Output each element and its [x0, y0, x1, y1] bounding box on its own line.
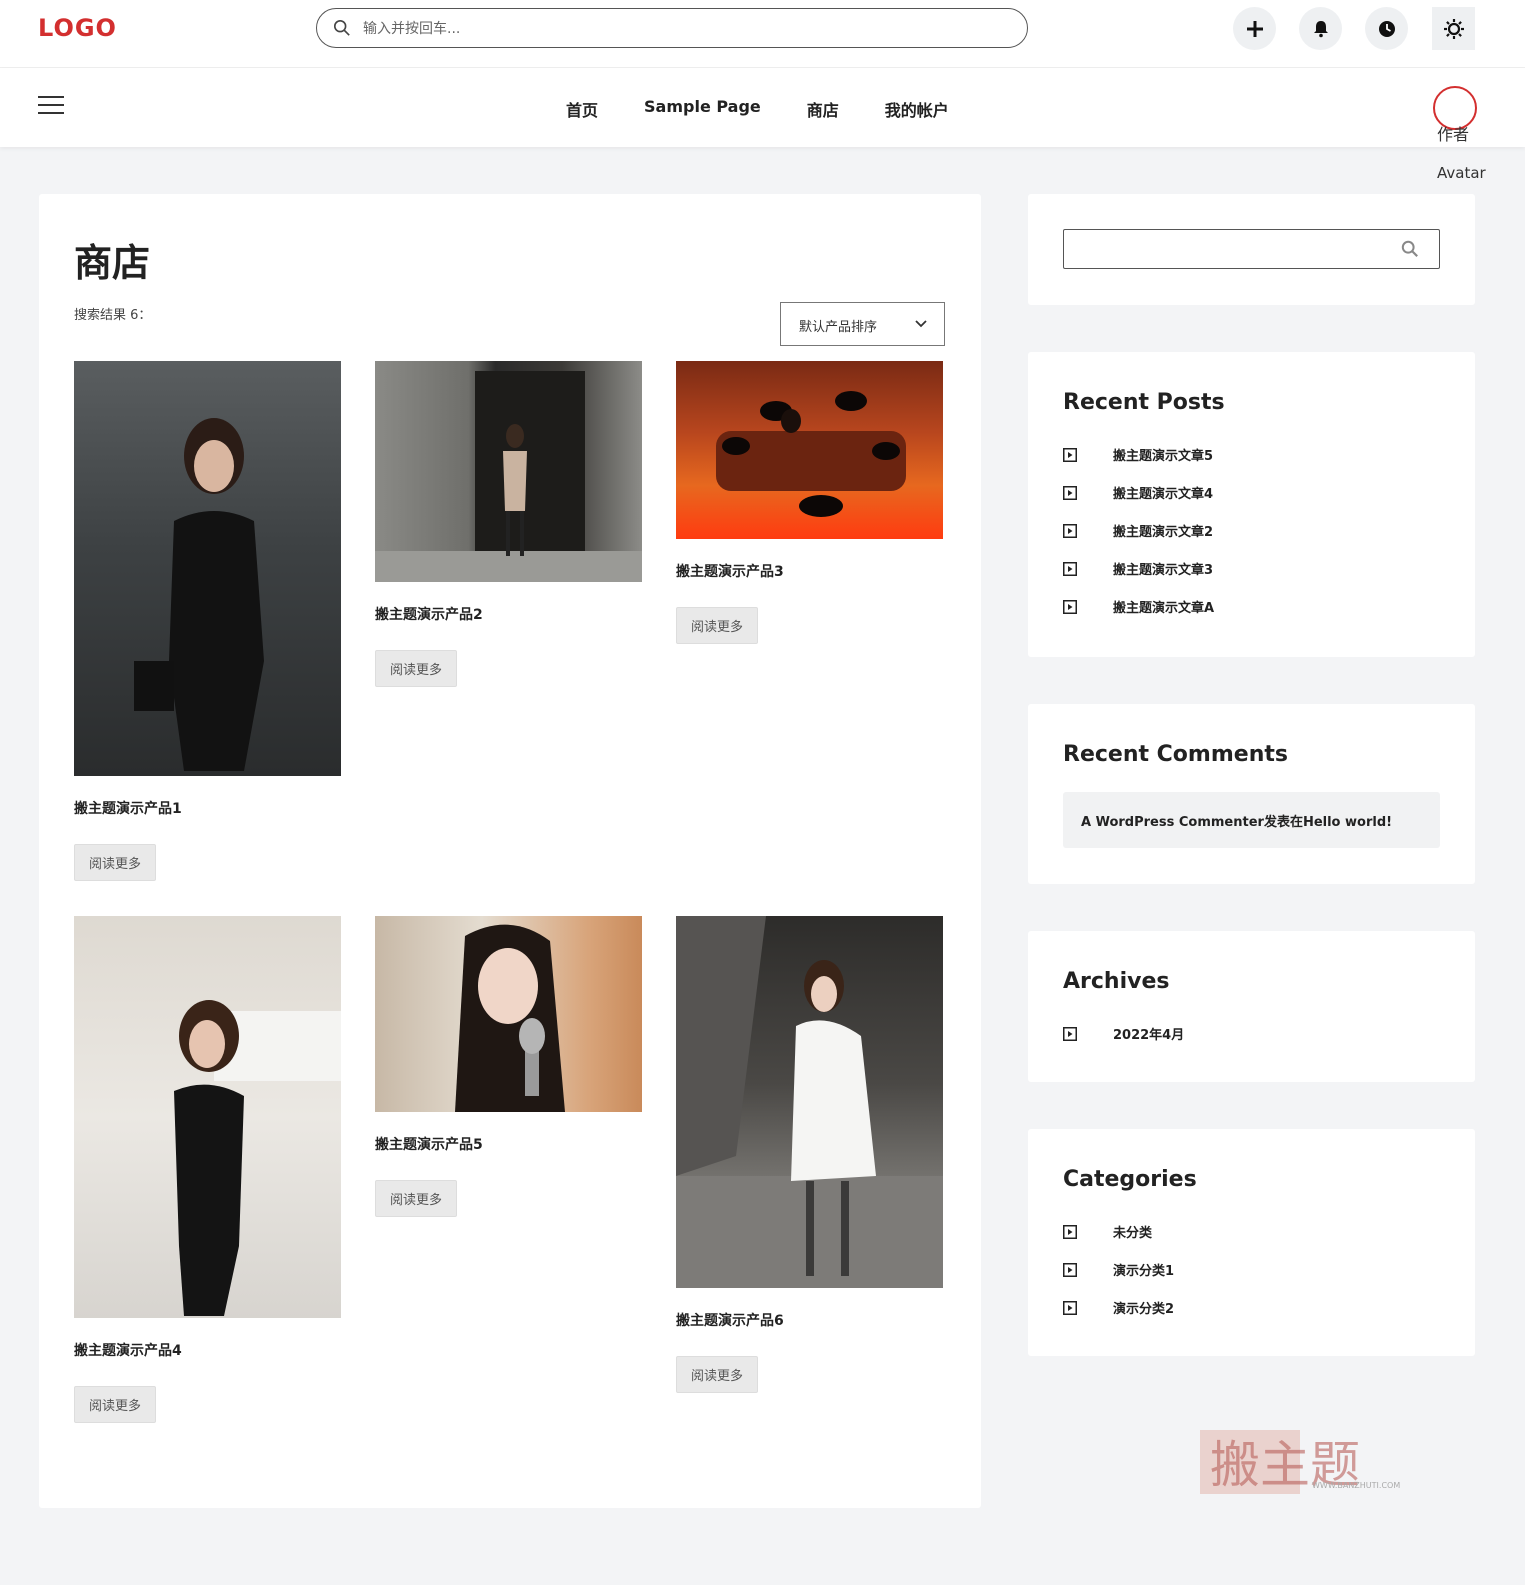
play-square-icon [1063, 486, 1077, 500]
product-image[interactable] [74, 361, 341, 776]
product-name[interactable]: 搬主题演示产品2 [375, 604, 642, 624]
avatar-alt-text: 作者 [1437, 125, 1470, 144]
nav-item-sample-page[interactable]: Sample Page [644, 97, 761, 121]
search-icon[interactable] [1401, 240, 1419, 258]
product-name[interactable]: 搬主题演示产品6 [676, 1310, 943, 1330]
nav-item-home[interactable]: 首页 [566, 97, 598, 121]
play-square-icon [1063, 448, 1077, 462]
product-card: 搬主题演示产品4 阅读更多 [74, 916, 341, 1423]
play-square-icon [1063, 562, 1077, 576]
chevron-down-icon [915, 320, 927, 328]
comment-item[interactable]: A WordPress Commenter发表在Hello world! [1063, 792, 1440, 848]
watermark-logo: 搬主题 WWW.BANZHUTI.COM [1200, 1428, 1430, 1498]
product-card: 搬主题演示产品2 阅读更多 [375, 361, 642, 687]
main-nav-bar: 首页 Sample Page 商店 我的帐户 [0, 68, 1525, 147]
product-name[interactable]: 搬主题演示产品3 [676, 561, 943, 581]
plus-icon [1246, 20, 1263, 37]
page-title: 商店 [74, 241, 151, 285]
read-more-button[interactable]: 阅读更多 [375, 650, 458, 687]
watermark-url: WWW.BANZHUTI.COM [1312, 1481, 1400, 1490]
product-card: 搬主题演示产品1 阅读更多 [74, 361, 341, 881]
categories-widget: Categories 未分类 演示分类1 演示分类2 [1028, 1129, 1475, 1356]
bell-icon [1313, 20, 1328, 37]
recent-comments-widget: Recent Comments A WordPress Commenter发表在… [1028, 704, 1475, 884]
avatar-alt-text-2: Avatar [1437, 164, 1486, 182]
play-square-icon [1063, 600, 1077, 614]
history-button[interactable] [1365, 7, 1408, 50]
product-card: 搬主题演示产品5 阅读更多 [375, 916, 642, 1217]
play-square-icon [1063, 1225, 1077, 1239]
sidebar-search-input[interactable] [1063, 229, 1440, 269]
add-button[interactable] [1233, 7, 1276, 50]
product-name[interactable]: 搬主题演示产品4 [74, 1340, 341, 1360]
result-count: 搜索结果 6： [74, 308, 152, 323]
product-card: 搬主题演示产品6 阅读更多 [676, 916, 943, 1393]
menu-icon[interactable] [38, 96, 64, 116]
search-icon [333, 19, 350, 36]
top-search-input[interactable] [363, 16, 1003, 42]
play-square-icon [1063, 524, 1077, 538]
nav-item-my-account[interactable]: 我的帐户 [885, 97, 949, 121]
sidebar-search-widget [1028, 194, 1475, 305]
product-image[interactable] [375, 916, 642, 1112]
theme-toggle-button[interactable] [1432, 7, 1475, 50]
sort-label: 默认产品排序 [799, 320, 878, 335]
product-image[interactable] [676, 361, 943, 539]
product-image[interactable] [74, 916, 341, 1318]
play-square-icon [1063, 1027, 1077, 1041]
read-more-button[interactable]: 阅读更多 [676, 1356, 759, 1393]
nav-menu: 首页 Sample Page 商店 我的帐户 [566, 97, 995, 121]
notifications-button[interactable] [1299, 7, 1342, 50]
product-image[interactable] [375, 361, 642, 582]
widget-title: Categories [1063, 1167, 1197, 1192]
clock-icon [1378, 20, 1395, 37]
play-square-icon [1063, 1263, 1077, 1277]
read-more-button[interactable]: 阅读更多 [375, 1180, 458, 1217]
read-more-button[interactable]: 阅读更多 [74, 1386, 157, 1423]
product-card: 搬主题演示产品3 阅读更多 [676, 361, 943, 644]
sort-dropdown[interactable]: 默认产品排序 [780, 302, 945, 346]
top-search-box[interactable] [316, 8, 1028, 48]
shop-content-card: 商店 搜索结果 6： 默认产品排序 搬主题演示产品1 阅读更多 搬主题演示产品2… [39, 194, 981, 1508]
widget-title: Archives [1063, 969, 1170, 994]
product-name[interactable]: 搬主题演示产品5 [375, 1134, 642, 1154]
read-more-button[interactable]: 阅读更多 [74, 844, 157, 881]
nav-item-shop[interactable]: 商店 [807, 97, 839, 121]
widget-title: Recent Comments [1063, 742, 1288, 767]
sun-icon [1443, 18, 1464, 39]
play-square-icon [1063, 1301, 1077, 1315]
product-name[interactable]: 搬主题演示产品1 [74, 798, 341, 818]
recent-posts-widget: Recent Posts 搬主题演示文章5 搬主题演示文章4 搬主题演示文章2 … [1028, 352, 1475, 657]
product-image[interactable] [676, 916, 943, 1288]
widget-title: Recent Posts [1063, 390, 1225, 415]
read-more-button[interactable]: 阅读更多 [676, 607, 759, 644]
site-logo[interactable]: LOGO [38, 14, 117, 42]
archives-widget: Archives 2022年4月 [1028, 931, 1475, 1082]
top-bar: LOGO [0, 0, 1525, 68]
